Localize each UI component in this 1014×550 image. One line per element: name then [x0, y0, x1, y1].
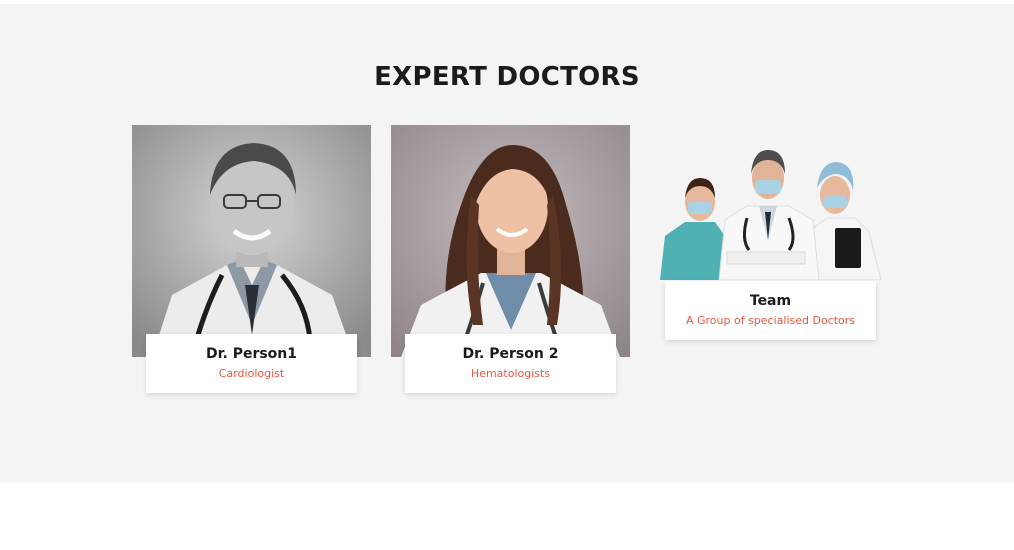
- doctor-role: Hematologists: [470, 367, 551, 380]
- doctor-1-photo: [132, 125, 371, 357]
- team-card[interactable]: Team A Group of specialised Doctors: [665, 281, 876, 340]
- doctor-card-2[interactable]: Dr. Person 2 Hematologists: [405, 334, 616, 393]
- doctor-card-1[interactable]: Dr. Person1 Cardiologist: [146, 334, 357, 393]
- doctor-name: Dr. Person 2: [462, 346, 559, 362]
- doctor-name: Dr. Person1: [205, 346, 298, 362]
- doctor-role: Cardiologist: [218, 367, 285, 380]
- team-role: A Group of specialised Doctors: [685, 314, 856, 327]
- doctor-2-photo: [391, 125, 630, 357]
- team-name: Team: [749, 293, 792, 309]
- expert-doctors-section: EXPERT DOCTORS Dr. Person1 Cardiologist …: [0, 4, 1014, 482]
- team-photo: [655, 140, 885, 280]
- section-title: EXPERT DOCTORS: [374, 62, 640, 92]
